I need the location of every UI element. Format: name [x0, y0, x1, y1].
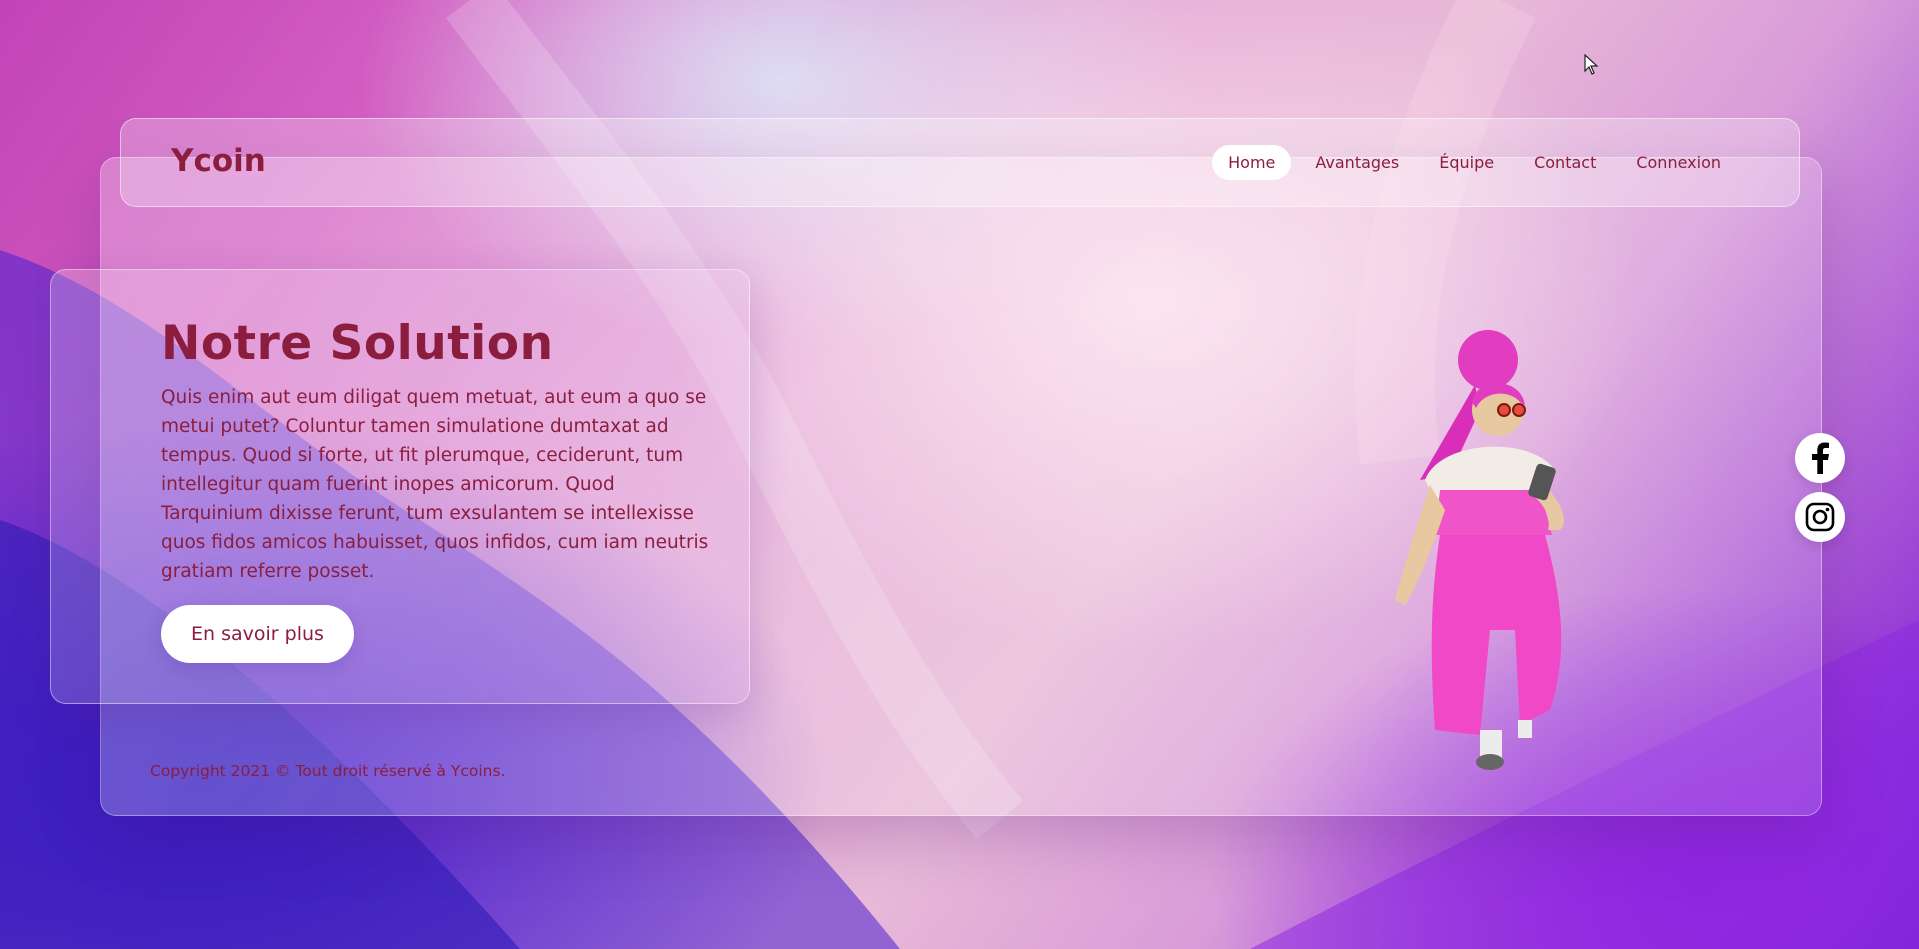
nav-item-home[interactable]: Home	[1212, 145, 1292, 180]
instagram-icon	[1805, 502, 1835, 532]
nav-item-contact[interactable]: Contact	[1518, 145, 1612, 180]
learn-more-button[interactable]: En savoir plus	[161, 605, 354, 663]
hero-description: Quis enim aut eum diligat quem metuat, a…	[161, 387, 709, 582]
nav-item-avantages[interactable]: Avantages	[1299, 145, 1415, 180]
hero-card: Notre Solution Quis enim aut eum diligat…	[50, 269, 750, 704]
facebook-button[interactable]	[1795, 433, 1845, 483]
instagram-button[interactable]	[1795, 492, 1845, 542]
facebook-icon	[1812, 442, 1829, 474]
nav-item-connexion[interactable]: Connexion	[1620, 145, 1737, 180]
character-illustration	[1395, 330, 1564, 770]
mouse-cursor-icon	[1584, 54, 1599, 75]
navbar: Ycoin Home Avantages Équipe Contact Conn…	[120, 118, 1800, 207]
copyright-text: Copyright 2021 © Tout droit réservé à Yc…	[150, 762, 506, 780]
brand-logo[interactable]: Ycoin	[171, 143, 266, 179]
nav-links: Home Avantages Équipe Contact Connexion	[1212, 145, 1737, 180]
nav-item-equipe[interactable]: Équipe	[1423, 145, 1510, 180]
hero-title: Notre Solution	[161, 316, 554, 371]
